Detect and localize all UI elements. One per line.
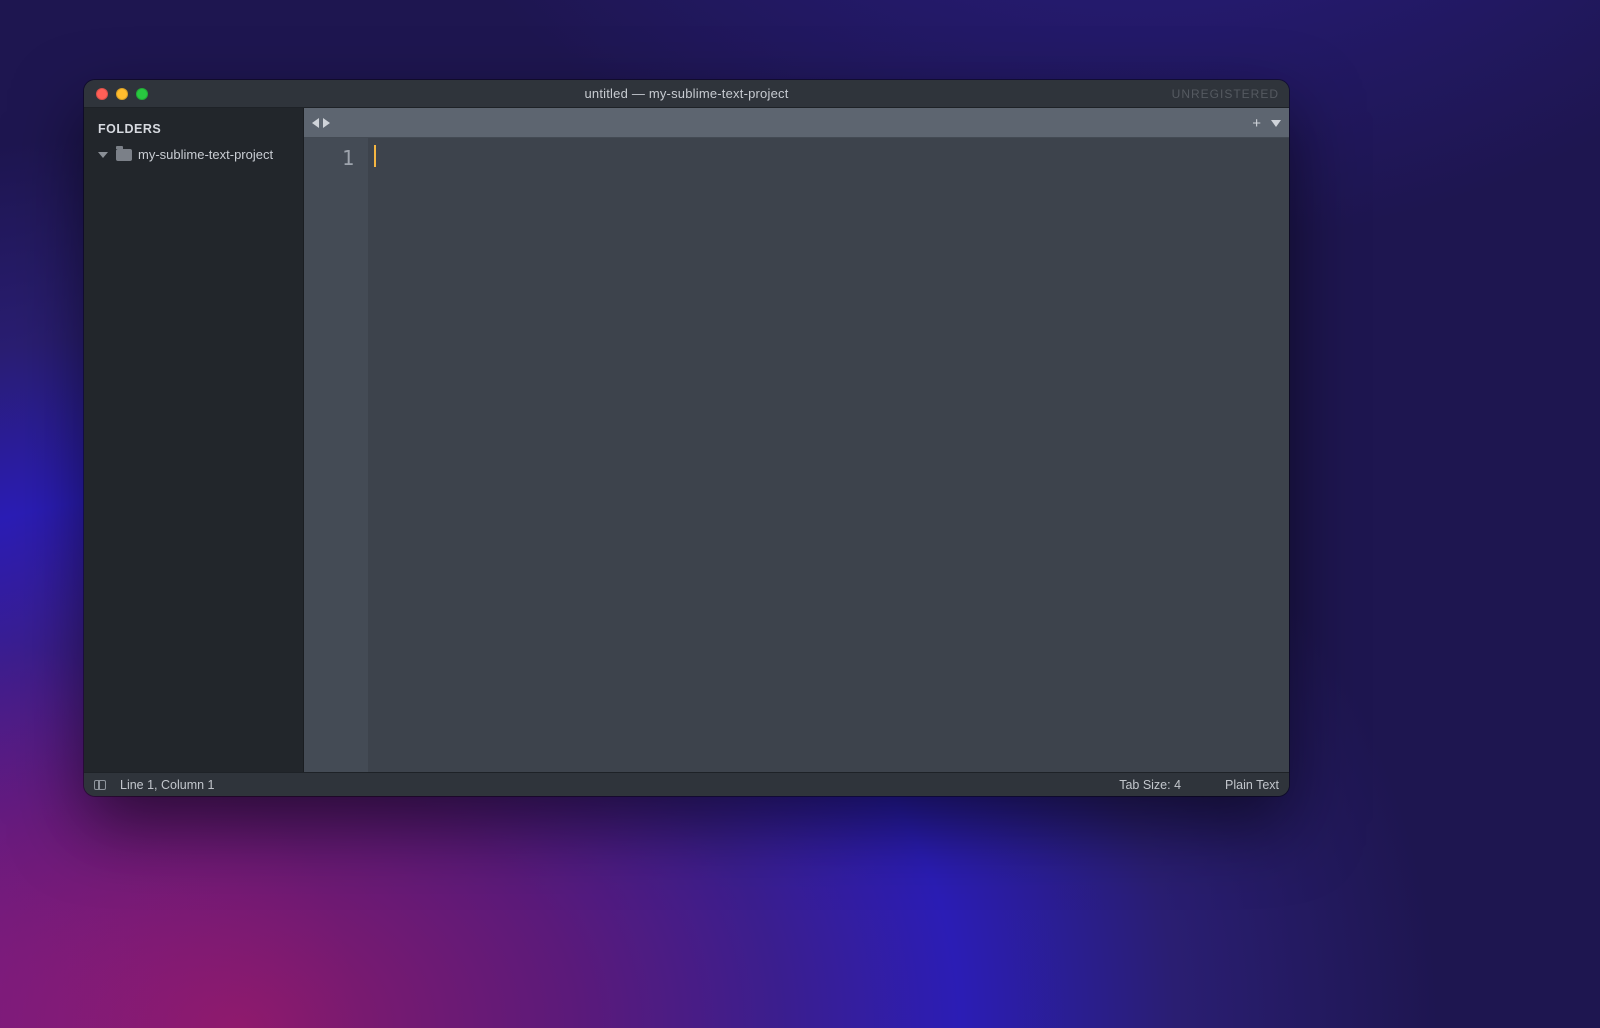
close-icon[interactable] [96, 88, 108, 100]
tab-history-nav [312, 118, 330, 128]
panel-switch-icon[interactable] [94, 780, 106, 790]
nav-back-icon[interactable] [312, 118, 319, 128]
editor[interactable]: 1 [304, 138, 1289, 772]
gutter[interactable]: 1 [304, 138, 368, 772]
app-window: untitled — my-sublime-text-project UNREG… [84, 80, 1289, 796]
window-body: FOLDERS my-sublime-text-project + [84, 108, 1289, 772]
new-tab-icon[interactable]: + [1252, 116, 1261, 131]
line-number: 1 [304, 144, 354, 172]
titlebar[interactable]: untitled — my-sublime-text-project UNREG… [84, 80, 1289, 108]
folder-icon [116, 149, 132, 161]
window-title: untitled — my-sublime-text-project [84, 86, 1289, 101]
status-bar: Line 1, Column 1 Tab Size: 4 Plain Text [84, 772, 1289, 796]
tab-dropdown-icon[interactable] [1271, 120, 1281, 127]
status-syntax[interactable]: Plain Text [1225, 778, 1279, 792]
status-tab-size[interactable]: Tab Size: 4 [1119, 778, 1181, 792]
sidebar: FOLDERS my-sublime-text-project [84, 108, 304, 772]
fullscreen-icon[interactable] [136, 88, 148, 100]
chevron-down-icon[interactable] [98, 152, 108, 158]
window-controls [96, 88, 148, 100]
folders-heading: FOLDERS [84, 116, 303, 144]
code-area[interactable] [368, 138, 1289, 772]
nav-forward-icon[interactable] [323, 118, 330, 128]
folder-name: my-sublime-text-project [138, 147, 273, 162]
text-cursor [374, 145, 376, 167]
minimize-icon[interactable] [116, 88, 128, 100]
tab-bar[interactable]: + [304, 108, 1289, 138]
unregistered-label[interactable]: UNREGISTERED [1172, 80, 1279, 108]
folder-tree-root[interactable]: my-sublime-text-project [84, 144, 303, 165]
status-caret-position[interactable]: Line 1, Column 1 [120, 778, 215, 792]
editor-pane: + 1 [304, 108, 1289, 772]
